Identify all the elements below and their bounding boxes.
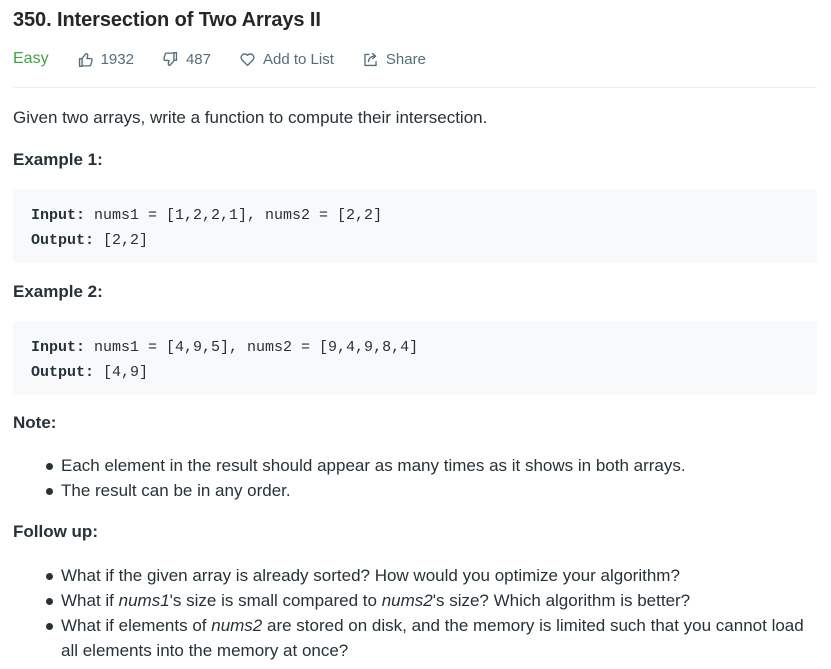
list-item: The result can be in any order. (13, 478, 817, 503)
list-item: Each element in the result should appear… (13, 453, 817, 478)
share-icon (364, 52, 377, 66)
add-to-list-label: Add to List (262, 50, 334, 68)
list-item: What if elements of nums2 are stored on … (13, 613, 817, 663)
share-label: Share (385, 50, 426, 68)
dislike-count: 487 (185, 50, 211, 68)
heart-icon (240, 52, 255, 66)
follow-up-2-var-nums1: nums1 (118, 591, 170, 610)
problem-statement: Given two arrays, write a function to co… (13, 108, 488, 127)
like-count: 1932 (100, 50, 134, 68)
output-label: Output: (31, 364, 95, 381)
example-2-output-line: Output: [4,9] (31, 360, 799, 385)
example-1-output-value: [2,2] (94, 232, 149, 249)
list-item: What if the given array is already sorte… (13, 563, 817, 588)
example-2-output-value: [4,9] (94, 364, 149, 381)
example-2-input-value: nums1 = [4,9,5], nums2 = [9,4,9,8,4] (85, 339, 419, 356)
like-button[interactable]: 1932 (77, 51, 134, 68)
thumbs-down-icon (163, 51, 178, 66)
input-label: Input: (31, 339, 86, 356)
example-2-heading: Example 2: (13, 282, 103, 301)
share-button[interactable]: Share (362, 51, 426, 68)
list-item: What if nums1's size is small compared t… (13, 588, 817, 613)
follow-up-list: What if the given array is already sorte… (13, 563, 817, 663)
example-1-code-block: Input: nums1 = [1,2,2,1], nums2 = [2,2] … (13, 189, 817, 263)
example-2-code-block: Input: nums1 = [4,9,5], nums2 = [9,4,9,8… (13, 321, 817, 395)
example-2-input-line: Input: nums1 = [4,9,5], nums2 = [9,4,9,8… (31, 335, 799, 360)
follow-up-2-text-c: 's size? Which algorithm is better? (432, 591, 691, 610)
add-to-list-button[interactable]: Add to List (239, 51, 334, 68)
difficulty-label: Easy (13, 50, 49, 67)
note-heading: Note: (13, 413, 57, 432)
output-label: Output: (31, 232, 95, 249)
example-1-heading: Example 1: (13, 150, 103, 169)
follow-up-heading: Follow up: (13, 522, 98, 541)
example-1-input-value: nums1 = [1,2,2,1], nums2 = [2,2] (85, 207, 383, 224)
input-label: Input: (31, 207, 86, 224)
follow-up-2-text-b: 's size is small compared to (169, 591, 382, 610)
problem-meta-bar: Easy 1932 487 Add to List Share (13, 46, 454, 72)
header-divider (13, 87, 817, 88)
note-list: Each element in the result should appear… (13, 453, 817, 503)
follow-up-3-var-nums2: nums2 (211, 616, 263, 635)
follow-up-3-text-a: What if elements of (61, 616, 212, 635)
follow-up-2-var-nums2: nums2 (381, 591, 433, 610)
follow-up-2-text-a: What if (61, 591, 119, 610)
dislike-button[interactable]: 487 (162, 51, 211, 68)
example-1-output-line: Output: [2,2] (31, 228, 799, 253)
thumbs-up-icon (78, 52, 93, 67)
example-1-input-line: Input: nums1 = [1,2,2,1], nums2 = [2,2] (31, 203, 799, 228)
problem-title: 350. Intersection of Two Arrays II (13, 9, 321, 31)
